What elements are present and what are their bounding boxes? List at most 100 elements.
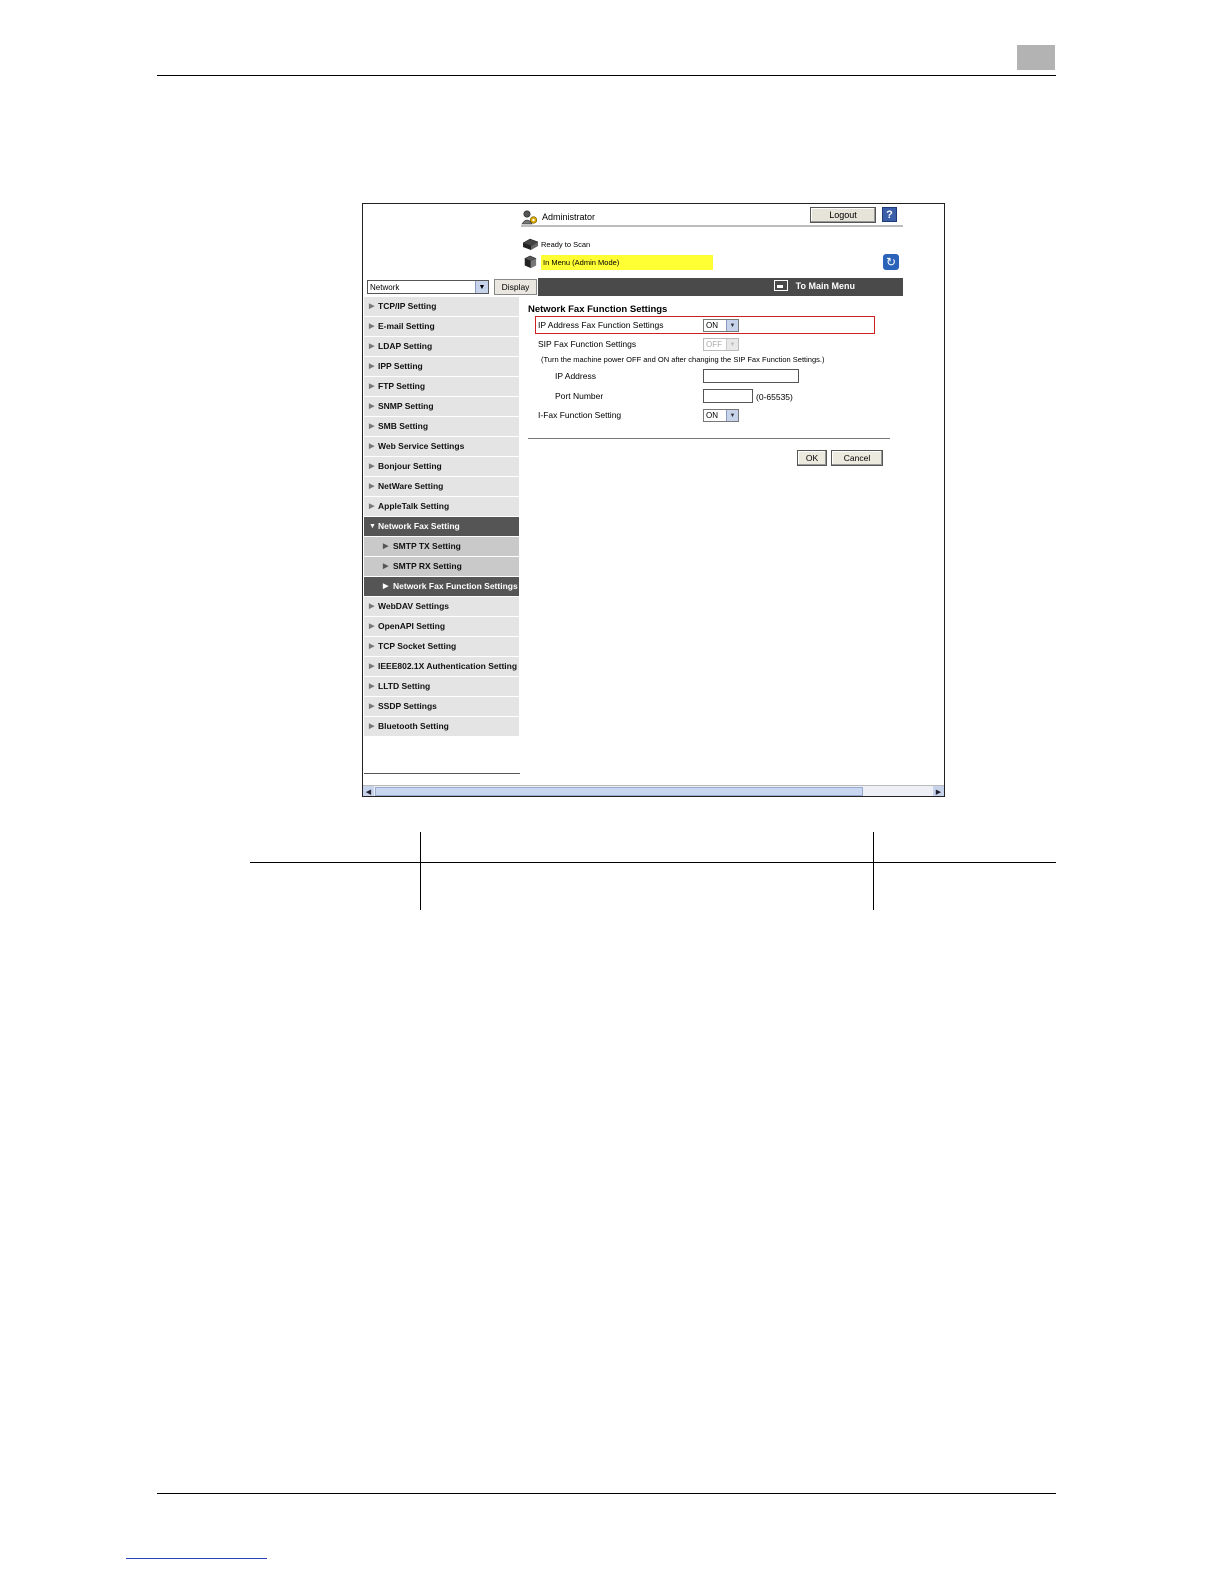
ifax-select-value: ON — [706, 411, 718, 420]
sidebar-item-label: Network Fax Function Settings — [393, 581, 518, 591]
sidebar-item-ldap[interactable]: ▶ LDAP Setting — [364, 337, 519, 357]
sidebar-item-web-service[interactable]: ▶ Web Service Settings — [364, 437, 519, 457]
sidebar-item-label: OpenAPI Setting — [378, 621, 446, 631]
help-button[interactable]: ? — [882, 207, 897, 222]
sidebar-item-label: Web Service Settings — [378, 441, 465, 451]
sidebar-item-label: IEEE802.1X Authentication Setting — [378, 661, 518, 671]
scrollbar-thumb[interactable] — [375, 787, 863, 796]
sidebar-item-label: IPP Setting — [378, 361, 423, 371]
display-button[interactable]: Display — [494, 279, 537, 295]
sidebar-item-label: SSDP Settings — [378, 701, 437, 711]
sidebar-divider — [364, 773, 520, 774]
arrow-right-icon: ▶ — [369, 663, 375, 670]
sidebar-item-smtp-tx[interactable]: ▶ SMTP TX Setting — [364, 537, 519, 557]
page-top-rule — [157, 75, 1056, 76]
page-title: Network Fax Function Settings — [528, 304, 668, 315]
sip-fax-select[interactable]: OFF ▼ — [703, 338, 739, 351]
sidebar-item-label: TCP Socket Setting — [378, 641, 457, 651]
scroll-left-icon[interactable]: ◀ — [363, 786, 374, 796]
arrow-right-icon: ▶ — [369, 483, 375, 490]
port-number-input[interactable] — [703, 389, 753, 403]
table-divider — [420, 832, 421, 910]
ifax-label: I-Fax Function Setting — [538, 410, 622, 420]
content-divider — [528, 438, 890, 439]
refresh-icon[interactable]: ↻ — [883, 254, 899, 270]
admin-row: Administrator — [521, 208, 595, 226]
arrow-right-icon: ▶ — [383, 543, 389, 550]
to-main-menu-link[interactable]: To Main Menu — [773, 280, 855, 291]
arrow-right-icon: ▶ — [369, 383, 375, 390]
sidebar-item-label: Network Fax Setting — [378, 521, 460, 531]
sip-note: (Turn the machine power OFF and ON after… — [541, 355, 825, 364]
sidebar-item-network-fax-function[interactable]: ▶ Network Fax Function Settings — [364, 577, 519, 597]
arrow-right-icon: ▶ — [383, 583, 389, 590]
sidebar-item-label: E-mail Setting — [378, 321, 435, 331]
sidebar-item-network-fax[interactable]: ▼ Network Fax Setting — [364, 517, 519, 537]
status-mode-text: In Menu (Admin Mode) — [541, 254, 713, 270]
sidebar-item-snmp[interactable]: ▶ SNMP Setting — [364, 397, 519, 417]
chevron-down-icon: ▼ — [726, 410, 738, 421]
sidebar-item-label: SMTP RX Setting — [393, 561, 462, 571]
footer-link-underline — [126, 1558, 267, 1559]
sidebar-item-lltd[interactable]: ▶ LLTD Setting — [364, 677, 519, 697]
port-number-label: Port Number — [555, 391, 604, 401]
sidebar-item-label: SNMP Setting — [378, 401, 434, 411]
arrow-down-icon: ▼ — [369, 523, 376, 530]
ifax-select[interactable]: ON ▼ — [703, 409, 739, 422]
scroll-right-icon[interactable]: ▶ — [933, 786, 944, 796]
menu-bar: Network ▼ Display To Main Menu — [363, 278, 944, 296]
arrow-right-icon: ▶ — [369, 603, 375, 610]
sidebar-item-ssdp[interactable]: ▶ SSDP Settings — [364, 697, 519, 717]
arrow-right-icon: ▶ — [369, 403, 375, 410]
sidebar-item-ftp[interactable]: ▶ FTP Setting — [364, 377, 519, 397]
logout-button[interactable]: Logout — [810, 207, 876, 223]
sidebar-item-netware[interactable]: ▶ NetWare Setting — [364, 477, 519, 497]
page-bottom-rule — [157, 1493, 1056, 1494]
ip-fax-label: IP Address Fax Function Settings — [538, 320, 664, 330]
sidebar-item-bluetooth[interactable]: ▶ Bluetooth Setting — [364, 717, 519, 737]
status-ready: Ready to Scan — [521, 236, 590, 252]
horizontal-scrollbar[interactable]: ◀ ▶ — [363, 785, 944, 796]
cancel-button[interactable]: Cancel — [831, 450, 883, 466]
sidebar-item-tcp-socket[interactable]: ▶ TCP Socket Setting — [364, 637, 519, 657]
sidebar-item-label: AppleTalk Setting — [378, 501, 450, 511]
ip-address-label: IP Address — [555, 371, 596, 381]
sidebar-item-ieee8021x[interactable]: ▶ IEEE802.1X Authentication Setting — [364, 657, 519, 677]
arrow-right-icon: ▶ — [369, 363, 375, 370]
sidebar-item-tcpip[interactable]: ▶ TCP/IP Setting — [364, 297, 519, 317]
header-divider — [521, 225, 903, 227]
sidebar-item-email[interactable]: ▶ E-mail Setting — [364, 317, 519, 337]
sidebar-item-bonjour[interactable]: ▶ Bonjour Setting — [364, 457, 519, 477]
sidebar-item-appletalk[interactable]: ▶ AppleTalk Setting — [364, 497, 519, 517]
ok-button[interactable]: OK — [797, 450, 827, 466]
sidebar-item-openapi[interactable]: ▶ OpenAPI Setting — [364, 617, 519, 637]
chevron-down-icon: ▼ — [475, 281, 488, 293]
sidebar-item-smtp-rx[interactable]: ▶ SMTP RX Setting — [364, 557, 519, 577]
arrow-right-icon: ▶ — [369, 723, 375, 730]
arrow-right-icon: ▶ — [369, 303, 375, 310]
sidebar-item-webdav[interactable]: ▶ WebDAV Settings — [364, 597, 519, 617]
sidebar-item-label: TCP/IP Setting — [378, 301, 437, 311]
arrow-right-icon: ▶ — [369, 503, 375, 510]
menu-bar-strip: To Main Menu — [538, 278, 903, 296]
category-select[interactable]: Network ▼ — [367, 280, 489, 294]
arrow-right-icon: ▶ — [369, 423, 375, 430]
sidebar-item-ipp[interactable]: ▶ IPP Setting — [364, 357, 519, 377]
ip-address-input[interactable] — [703, 369, 799, 383]
chevron-down-icon: ▼ — [726, 320, 738, 331]
arrow-right-icon: ▶ — [383, 563, 389, 570]
administrator-label: Administrator — [542, 212, 596, 222]
category-select-value: Network — [370, 282, 400, 292]
main-menu-icon — [773, 280, 788, 291]
sidebar-item-label: WebDAV Settings — [378, 601, 449, 611]
arrow-right-icon: ▶ — [369, 443, 375, 450]
sidebar-item-smb[interactable]: ▶ SMB Setting — [364, 417, 519, 437]
screenshot-frame: Administrator Logout ? Ready to Scan In … — [362, 203, 945, 797]
arrow-right-icon: ▶ — [369, 623, 375, 630]
ip-fax-select[interactable]: ON ▼ — [703, 319, 739, 332]
sip-fax-select-value: OFF — [706, 340, 722, 349]
port-range-hint: (0-65535) — [756, 392, 793, 402]
arrow-right-icon: ▶ — [369, 683, 375, 690]
page-tab-marker — [1017, 45, 1055, 70]
sidebar-item-label: SMB Setting — [378, 421, 429, 431]
